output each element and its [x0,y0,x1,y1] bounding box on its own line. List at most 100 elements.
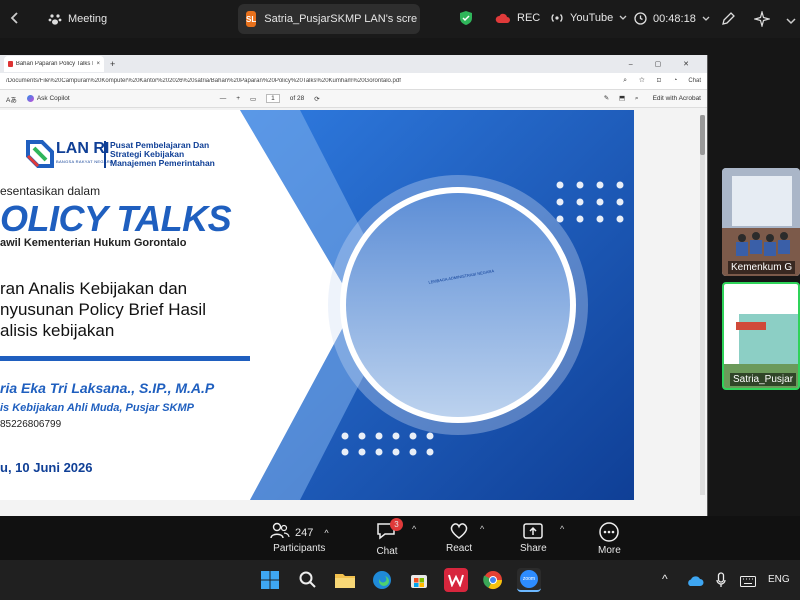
rotate-icon[interactable]: ⟳ [314,95,319,103]
copilot-button[interactable]: Ask Copilot [26,95,70,102]
copilot-icon [26,95,34,102]
chevron-up-icon[interactable]: ^ [324,528,328,538]
room-video-feed [722,168,800,276]
page-total: of 28 [289,95,305,102]
youtube-label: YouTube [570,12,614,24]
pdf-slide-page: LAN RI BANGSA RAKYAT NEGARA Pusat Pembel… [0,110,634,500]
more-button[interactable]: More [598,522,621,556]
chat-label[interactable]: Chat [688,78,701,84]
read-aloud-icon[interactable]: Aあ [6,94,17,104]
chevron-up-icon[interactable]: ^ [662,572,668,586]
meeting-controls-bar: 247 ^ Participants 3 Chat ^ React ^ Shar… [0,516,800,560]
sharer-badge: SL [246,11,257,27]
microphone-icon[interactable] [716,572,726,593]
address-bar[interactable]: /Documents/File%20Campuran%20Komputer%20… [0,73,707,90]
scrollbar-thumb[interactable] [700,115,705,155]
participants-button[interactable]: 247 ^ Participants [270,522,329,554]
browser-tab-title: Bahan Paparan Policy Talks Kumh... [15,61,94,67]
wps-office-icon[interactable] [444,568,468,592]
pdf-scrollbar[interactable] [700,115,705,495]
chat-button[interactable]: 3 Chat [376,518,403,557]
pdf-toolbar: Aあ Ask Copilot — + ▭ 1 of 28 ⟳ ✎ ⬒ ⌕ Edi… [0,90,707,108]
zoom-top-bar: Meeting SL Satria_PusjarSKMP LAN's scre … [0,0,800,38]
back-chevron-icon[interactable] [10,12,18,24]
clock-icon [634,12,647,25]
react-label: React [446,543,473,554]
windows-taskbar: zoom ^ ENG [0,560,800,600]
speaker-phone: 85226806799 [0,419,62,430]
page-number-input[interactable]: 1 [266,94,280,103]
record-cloud-icon [495,13,510,23]
annotate-pen-icon[interactable] [720,11,736,32]
store-icon[interactable] [407,568,431,592]
pdf-tab-icon [8,61,13,67]
speaker-name: ria Eka Tri Laksana., S.IP., M.A.P [0,380,215,396]
file-explorer-icon[interactable] [333,568,357,592]
sparkle-ai-icon[interactable] [752,9,772,32]
participants-count: 247 [295,526,314,539]
heart-icon [450,523,468,539]
browser-tab-strip: Bahan Paparan Policy Talks Kumh... × + –… [0,55,707,73]
chevron-down-icon [702,16,710,21]
browser-window: Bahan Paparan Policy Talks Kumh... × + –… [0,55,708,543]
rec-label: REC [517,12,541,24]
keyboard-icon[interactable] [740,574,756,592]
participant-name-satria: Satria_Pusjar [730,373,797,386]
browser-toolbar-icons[interactable]: ⌕ ☆ ⊡ ◔ [623,77,682,85]
zoom-app-label: zoom [520,570,538,588]
pdf-tools-icons[interactable]: ✎ ⬒ ⌕ [604,94,643,103]
windows-start-icon[interactable] [258,568,282,592]
rec-indicator[interactable]: REC [495,12,540,24]
pdf-sidebar-panel [634,110,700,500]
chevron-up-icon[interactable]: ^ [560,524,564,534]
zoom-in-icon[interactable]: + [236,95,240,102]
presentation-date: u, 10 Juni 2026 [0,460,93,475]
more-dots-icon [599,522,620,542]
meeting-button[interactable]: Meeting [48,12,107,26]
lan-ri-logo [24,138,56,170]
edit-acrobat-button[interactable]: Edit with Acrobat [653,95,701,102]
new-tab-icon[interactable]: + [110,59,115,69]
video-tile-kemenkum[interactable]: Kemenkum G [722,168,800,276]
chrome-browser-icon[interactable] [481,568,505,592]
topic-line-2: nyusunan Policy Brief Hasil [0,300,206,319]
fit-page-icon[interactable]: ▭ [250,95,256,103]
topic-line-1: ran Analis Kebijakan dan [0,279,188,298]
presented-in-text: esentasikan dalam [0,184,101,198]
onedrive-cloud-icon[interactable] [686,574,704,592]
ask-copilot-label: Ask Copilot [36,95,70,102]
share-button[interactable]: Share [520,522,547,554]
participant-gallery: Kemenkum G Satria_Pusjar [722,168,800,392]
topic-block: ran Analis Kebijakan dan nyusunan Policy… [0,278,206,341]
speaker-role: is Kebijakan Ahli Muda, Pusjar SKMP [0,402,194,414]
chevron-down-icon [619,15,627,20]
logo-text: LAN RI [56,140,110,157]
screen-share-tab[interactable]: SL Satria_PusjarSKMP LAN's scre [238,4,420,34]
chevron-up-icon[interactable]: ^ [412,524,416,534]
edge-browser-icon[interactable] [370,568,394,592]
more-label: More [598,545,621,556]
meeting-timer[interactable]: 00:48:18 [634,12,710,25]
youtube-live-button[interactable]: YouTube [550,12,627,24]
window-controls[interactable]: – ▢ ✕ [629,60,699,68]
browser-tab[interactable]: Bahan Paparan Policy Talks Kumh... × [4,56,104,72]
org-line-3: Manajemen Pemerintahan [110,158,215,168]
share-label: Share [520,543,547,554]
chat-label: Chat [376,546,398,557]
shield-icon[interactable] [459,10,473,31]
timer-value: 00:48:18 [653,12,696,25]
paw-icon [48,14,62,25]
org-name: Pusat Pembelajaran Dan Strategi Kebijaka… [104,141,215,168]
video-tile-satria[interactable]: Satria_Pusjar [722,282,800,390]
participants-icon [270,522,290,539]
search-icon[interactable] [296,568,320,592]
zoom-app-icon[interactable]: zoom [517,568,541,592]
chat-unread-badge: 3 [390,518,403,531]
react-button[interactable]: React [446,522,472,554]
input-language[interactable]: ENG [768,574,790,585]
share-tab-title: Satria_PusjarSKMP LAN's scre [264,13,418,25]
chevron-down-icon[interactable] [786,12,796,30]
zoom-out-icon[interactable]: — [220,95,227,102]
close-tab-icon[interactable]: × [96,61,100,67]
chevron-up-icon[interactable]: ^ [480,524,484,534]
